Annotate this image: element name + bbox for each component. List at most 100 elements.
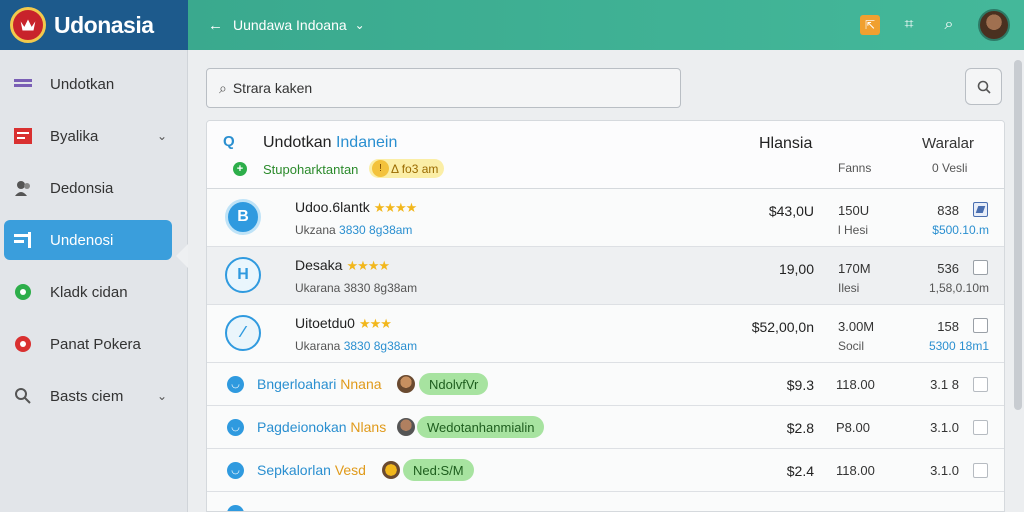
row-col3-sub: l Hesi xyxy=(838,223,869,237)
list-item-checkbox[interactable] xyxy=(973,420,988,435)
list-item-checkbox[interactable] xyxy=(973,463,988,478)
avatar xyxy=(382,461,400,479)
list-item-name: Pagdeionokan Nlans xyxy=(257,419,386,435)
chevron-down-icon[interactable]: ⌄ xyxy=(355,18,365,32)
menu-icon xyxy=(12,73,34,95)
shield-icon: ◡ xyxy=(227,462,244,479)
status-chip[interactable]: ! Δ fo3 am xyxy=(369,159,445,178)
table-subtitle: Stupoharktantan xyxy=(263,162,359,177)
row-checkbox[interactable] xyxy=(973,318,988,333)
filter-button[interactable] xyxy=(965,68,1002,105)
row-name: Uitoetdu0 ★★★ xyxy=(295,315,392,332)
top-nav: ← Uundawa Indoana ⌄ ⇱ ⌗ ⌕ xyxy=(188,0,1024,50)
users-icon xyxy=(12,177,34,199)
sidebar-item-label: Undenosi xyxy=(50,231,114,249)
sidebar-item-label: Byalika xyxy=(50,127,99,145)
row-price: $43,0U xyxy=(768,203,814,219)
list-item-name-b: Nnana xyxy=(340,376,382,392)
star-rating-icon: ★★★★ xyxy=(373,200,418,215)
subheader-col4: 0 Vesli xyxy=(932,161,968,175)
tag-icon xyxy=(12,229,34,251)
row-sub: Ukarana 3830 8g38am xyxy=(295,339,417,353)
row-checkbox[interactable] xyxy=(973,202,988,217)
column-header-price[interactable]: Hlansia xyxy=(759,135,812,153)
list-item-name-b: Nlans xyxy=(350,419,387,435)
brand[interactable]: Udonasia xyxy=(0,0,188,50)
row-price: 19,00 xyxy=(778,261,814,277)
brand-name: Udonasia xyxy=(54,11,154,38)
subheader-col3: Fanns xyxy=(838,161,872,175)
table-title-a: Undotkan xyxy=(263,134,332,151)
table-row[interactable]: H Desaka ★★★★ Ukarana 3830 8g38am 19,00 1… xyxy=(207,247,1004,305)
row-sub-a: Ukarana xyxy=(295,339,341,353)
sidebar-item-panat-pokera[interactable]: Panat Pokera xyxy=(0,318,187,370)
sidebar: Undotkan Byalika ⌄ Dedonsia Undenosi Kla… xyxy=(0,50,188,512)
avatar[interactable] xyxy=(978,9,1010,41)
chevron-down-icon: ⌄ xyxy=(156,389,167,403)
sidebar-item-label: Panat Pokera xyxy=(50,335,141,353)
shield-icon: ◡ xyxy=(227,505,244,511)
list-item-col3: P8.00 xyxy=(836,420,870,435)
sidebar-item-dedonsia[interactable]: Dedonsia xyxy=(0,162,187,214)
table-title-b: Indanein xyxy=(335,134,398,151)
tag-badge[interactable]: Wedotanhanmialin xyxy=(417,416,545,438)
search-icon xyxy=(977,80,991,94)
search-input[interactable] xyxy=(232,80,653,96)
query-icon: Q xyxy=(223,133,235,150)
sidebar-item-undenosi[interactable]: Undenosi xyxy=(4,220,172,260)
list-item-name-a: Bngerloahari xyxy=(257,376,337,392)
list-item-partial[interactable]: ◡ xyxy=(207,492,1004,511)
sidebar-item-undotkan[interactable]: Undotkan xyxy=(0,58,187,110)
table-title: Undotkan Indanein xyxy=(263,134,397,152)
avatar xyxy=(397,418,415,436)
search-icon: ⌕ xyxy=(219,79,227,96)
row-col4-sub: 1,58,0.10m xyxy=(928,281,989,295)
list-item[interactable]: ◡ Sepkalorlan Vesd Ned:S/M $2.4 118.00 3… xyxy=(207,449,1004,492)
row-sub-b: 3830 8g38am xyxy=(343,339,418,353)
row-sub-a: Ukarana xyxy=(295,281,341,295)
star-rating-icon: ★★★ xyxy=(358,316,392,331)
data-table: Q Undotkan Indanein + Stupoharktantan ! Δ… xyxy=(206,120,1005,512)
notification-icon[interactable]: ⇱ xyxy=(860,15,880,35)
breadcrumb[interactable]: Uundawa Indoana xyxy=(233,17,347,33)
row-avatar-icon: ∕ xyxy=(225,315,261,351)
list-item-name-b: Vesd xyxy=(334,462,366,478)
search-icon[interactable]: ⌕ xyxy=(938,14,960,36)
list-item[interactable]: ◡ Bngerloahari Nnana NdolvfVr $9.3 118.0… xyxy=(207,363,1004,406)
row-price: $52,00,0n xyxy=(751,319,814,335)
search-box[interactable]: ⌕ xyxy=(206,68,681,108)
row-sub: Ukzana 3830 8g38am xyxy=(295,223,412,237)
list-item-name-a: Sepkalorlan xyxy=(257,462,331,478)
row-col3: 170M xyxy=(838,261,871,276)
tag-badge[interactable]: Ned:S/M xyxy=(403,459,474,481)
column-header-right[interactable]: Waralar xyxy=(922,135,974,152)
row-avatar-icon: B xyxy=(225,199,261,235)
list-item[interactable]: ◡ Pagdeionokan Nlans Wedotanhanmialin $2… xyxy=(207,406,1004,449)
row-name-text: Udoo.6lantk xyxy=(295,199,370,215)
row-col3-sub: Socil xyxy=(838,339,865,353)
row-name: Udoo.6lantk ★★★★ xyxy=(295,199,418,216)
scrollbar[interactable] xyxy=(1014,60,1022,410)
row-sub: Ukarana 3830 8g38am xyxy=(295,281,417,295)
table-row[interactable]: B Udoo.6lantk ★★★★ Ukzana 3830 8g38am $43… xyxy=(207,189,1004,247)
row-col4-sub: 5300 18m1 xyxy=(928,339,989,353)
sidebar-item-label: Dedonsia xyxy=(50,179,114,197)
circle-red-icon xyxy=(12,333,34,355)
sidebar-item-byalika[interactable]: Byalika ⌄ xyxy=(0,110,187,162)
sidebar-item-kladk-cidan[interactable]: Kladk cidan xyxy=(0,266,187,318)
list-item-checkbox[interactable] xyxy=(973,377,988,392)
list-item-col4: 3.1.0 xyxy=(930,463,959,478)
main-content: ⌕ Q Undotkan Indanein + Stupoharktantan … xyxy=(188,50,1024,512)
top-actions: ⇱ ⌗ ⌕ xyxy=(860,0,1010,50)
plus-icon[interactable]: + xyxy=(233,162,247,176)
row-sub-b: 3830 8g38am xyxy=(339,223,413,237)
grid-icon[interactable]: ⌗ xyxy=(898,14,920,36)
tag-badge[interactable]: NdolvfVr xyxy=(419,373,489,395)
list-item-name: Bngerloahari Nnana xyxy=(257,376,382,392)
sidebar-item-basts-ciem[interactable]: Basts ciem ⌄ xyxy=(0,370,187,422)
table-row[interactable]: ∕ Uitoetdu0 ★★★ Ukarana 3830 8g38am $52,0… xyxy=(207,305,1004,363)
warning-icon: ! xyxy=(372,160,389,177)
list-item-col3: 118.00 xyxy=(836,463,875,478)
back-arrow-icon[interactable]: ← xyxy=(208,17,223,34)
row-checkbox[interactable] xyxy=(973,260,988,275)
